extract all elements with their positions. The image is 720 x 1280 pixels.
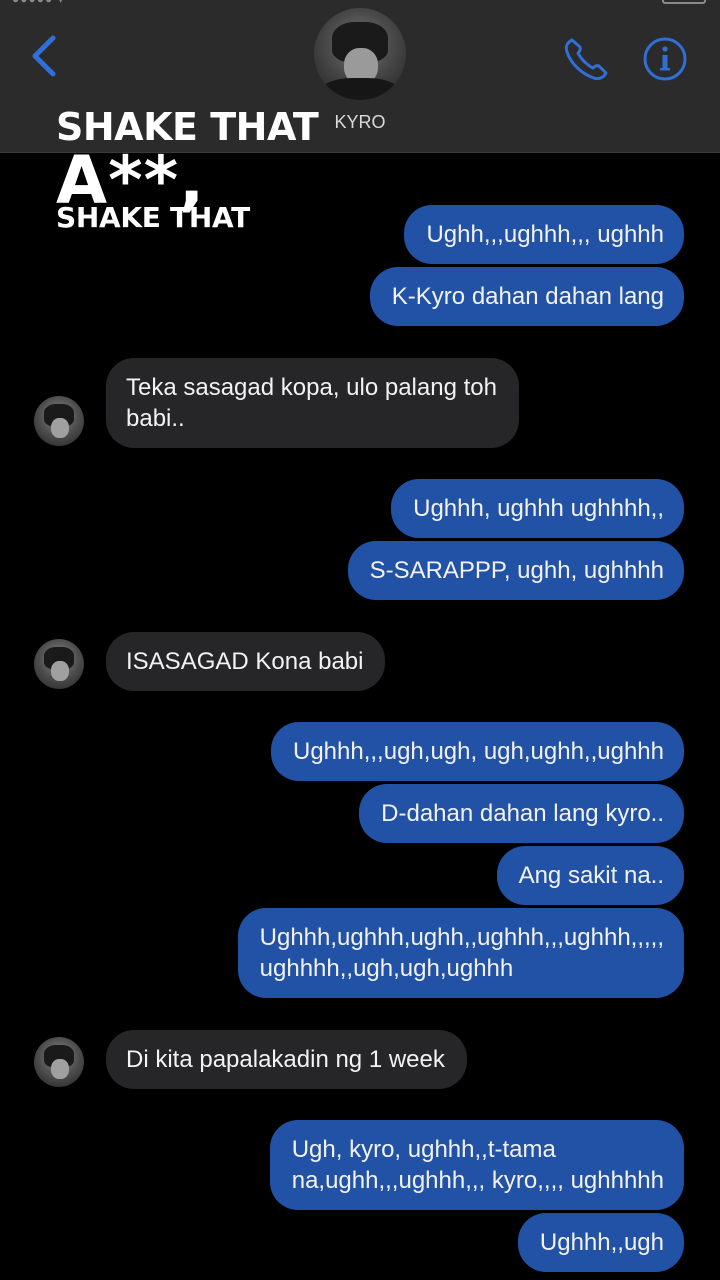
caption-line-3: SHAKE THAT [56, 201, 250, 234]
info-icon [643, 37, 687, 81]
chat-screen: ●●●●● ▾ KYRO [0, 0, 720, 1280]
contact-avatar-small[interactable] [34, 396, 84, 446]
outgoing-message[interactable]: Ughhh,,ugh [517, 1213, 684, 1272]
message-text: Ughhh, ughhh ughhhh,, [413, 495, 664, 522]
overlay-caption: SHAKE THAT A**, SHAKE THAT [56, 105, 319, 234]
contact-avatar[interactable] [314, 8, 406, 100]
outgoing-message[interactable]: Ugh, kyro, ughhh,,t-tama na,ughh,,,ughhh… [269, 1120, 684, 1210]
caption-line-1: SHAKE THAT [56, 105, 319, 149]
incoming-message[interactable]: Teka sasagad kopa, ulo palang toh babi.. [106, 358, 519, 448]
back-button[interactable] [24, 34, 64, 78]
contact-avatar-small[interactable] [34, 1037, 84, 1087]
info-button[interactable] [642, 36, 688, 82]
message-text: Di kita papalakadin ng 1 week [126, 1046, 445, 1073]
outgoing-message[interactable]: Ughhh, ughhh ughhhh,, [391, 479, 684, 538]
message-text: Teka sasagad kopa, ulo palang toh [126, 374, 497, 401]
message-text: Ughhh,ughhh,ughh,,ughhh,,,ughhh,,,,, [259, 924, 664, 951]
message-text: babi.. [126, 405, 185, 432]
contact-avatar-small[interactable] [34, 639, 84, 689]
outgoing-message[interactable]: K-Kyro dahan dahan lang [369, 267, 684, 326]
phone-icon [564, 38, 608, 81]
outgoing-message[interactable]: Ughhh,,,ugh,ugh, ugh,ughh,,ughhh [271, 722, 684, 781]
message-text: Ang sakit na.. [518, 862, 664, 889]
chevron-left-icon [32, 35, 56, 77]
message-text: ISASAGAD Kona babi [126, 648, 364, 675]
signal-icon: ●●●●● ▾ [12, 0, 65, 6]
battery-icon [662, 0, 706, 4]
message-text: Ughhh,,,ugh,ugh, ugh,ughh,,ughhh [293, 738, 664, 765]
message-text: Ughh,,,ughhh,,, ughhh [426, 221, 664, 248]
outgoing-message[interactable]: Ang sakit na.. [496, 846, 684, 905]
message-text: na,ughh,,,ughhh,,, kyro,,,, ughhhhh [291, 1167, 664, 1194]
outgoing-message[interactable]: D-dahan dahan lang kyro.. [359, 784, 684, 843]
outgoing-message[interactable]: Ughh,,,ughhh,,, ughhh [404, 205, 684, 264]
outgoing-message[interactable]: Ughhh,ughhh,ughh,,ughhh,,,ughhh,,,,, ugh… [237, 908, 684, 998]
message-text: Ugh, kyro, ughhh,,t-tama [291, 1136, 556, 1163]
message-text: S-SARAPPP, ughh, ughhhh [369, 557, 664, 584]
message-text: ughhhh,,ugh,ugh,ughhh [259, 955, 514, 982]
incoming-message[interactable]: ISASAGAD Kona babi [106, 632, 386, 691]
message-text: K-Kyro dahan dahan lang [391, 283, 664, 310]
message-text: D-dahan dahan lang kyro.. [381, 800, 664, 827]
message-text: Ughhh,,ugh [539, 1229, 664, 1256]
outgoing-message[interactable]: S-SARAPPP, ughh, ughhhh [347, 541, 684, 600]
call-button[interactable] [562, 36, 612, 82]
status-bar: ●●●●● ▾ [0, 0, 720, 8]
incoming-message[interactable]: Di kita papalakadin ng 1 week [106, 1030, 467, 1089]
